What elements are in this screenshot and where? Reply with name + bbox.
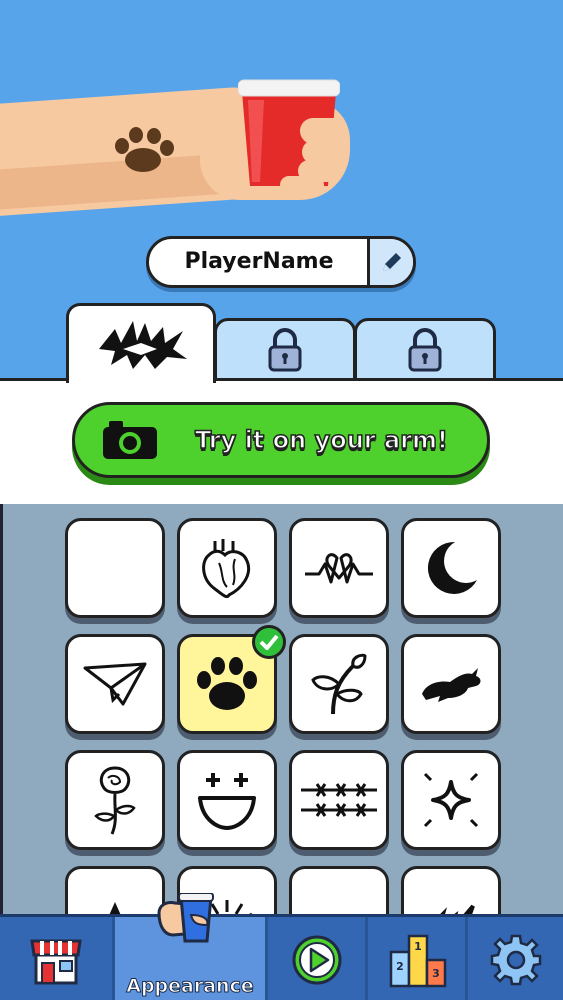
sparkle-icon	[423, 772, 479, 828]
shop-icon	[30, 939, 82, 985]
nav-play[interactable]	[268, 917, 368, 1000]
try-on-arm-label: Try it on your arm!	[194, 425, 448, 455]
paw-tattoo-preview-icon	[115, 127, 174, 172]
selected-check-icon	[252, 625, 286, 659]
tattoo-rose[interactable]	[65, 750, 165, 850]
tattoo-blank[interactable]	[65, 518, 165, 618]
edit-name-button[interactable]	[367, 239, 413, 285]
pencil-icon	[382, 253, 401, 271]
podium-third-label: 3	[432, 967, 440, 980]
tattoo-paw-print[interactable]	[177, 625, 286, 734]
tattoo-barbed-wire[interactable]	[289, 750, 389, 850]
smiley-face-icon	[198, 773, 256, 830]
tab-tattoos[interactable]	[66, 303, 216, 383]
tattoo-sparkle[interactable]	[401, 750, 501, 850]
tattoo-abstract[interactable]	[401, 866, 501, 916]
nav-shop[interactable]	[0, 917, 115, 1000]
nav-settings[interactable]	[468, 917, 563, 1000]
podium-icon: 2 1 3	[389, 934, 446, 988]
tattoo-paper-plane[interactable]	[65, 634, 165, 734]
paper-plane-icon	[83, 662, 147, 706]
player-name-box: PlayerName	[146, 236, 416, 288]
tattoo-grid	[0, 504, 563, 916]
podium-second-label: 2	[396, 960, 404, 973]
heartbeat-icon	[305, 553, 373, 584]
tattoo-star[interactable]	[65, 866, 165, 916]
tattoo-rabbit[interactable]	[401, 634, 501, 734]
play-icon	[292, 935, 341, 985]
crescent-moon-icon	[427, 541, 477, 594]
lock-icon	[268, 328, 302, 372]
barbed-wire-icon	[301, 783, 377, 817]
tattoo-sprout[interactable]	[289, 634, 389, 734]
anatomical-heart-icon	[202, 539, 250, 599]
tattoo-tribal[interactable]	[289, 866, 389, 916]
tribal-tattoo-icon	[99, 320, 187, 369]
lock-icon	[408, 328, 442, 372]
gear-icon	[490, 934, 541, 986]
cup-hand-icon	[157, 893, 214, 943]
tattoo-smiley-face[interactable]	[177, 750, 277, 850]
nav-leaderboard[interactable]: 2 1 3	[368, 917, 468, 1000]
tab-locked-1[interactable]	[214, 318, 356, 382]
tattoo-anatomical-heart[interactable]	[177, 518, 277, 618]
tab-locked-2[interactable]	[354, 318, 496, 382]
podium-first-label: 1	[414, 940, 422, 953]
nav-appearance[interactable]: Appearance	[115, 893, 268, 1000]
paw-print-icon	[197, 657, 257, 710]
camera-icon	[103, 421, 157, 459]
rabbit-icon	[422, 668, 481, 702]
player-name: PlayerName	[184, 249, 334, 274]
tattoo-crescent-moon[interactable]	[401, 518, 501, 618]
tattoo-heartbeat[interactable]	[289, 518, 389, 618]
try-on-arm-button[interactable]: Try it on your arm!	[72, 402, 490, 478]
nav-appearance-label: Appearance	[126, 975, 254, 998]
rose-icon	[94, 766, 136, 835]
bottom-nav: Appearance 2 1 3	[0, 893, 563, 1000]
sprout-icon	[311, 653, 367, 715]
